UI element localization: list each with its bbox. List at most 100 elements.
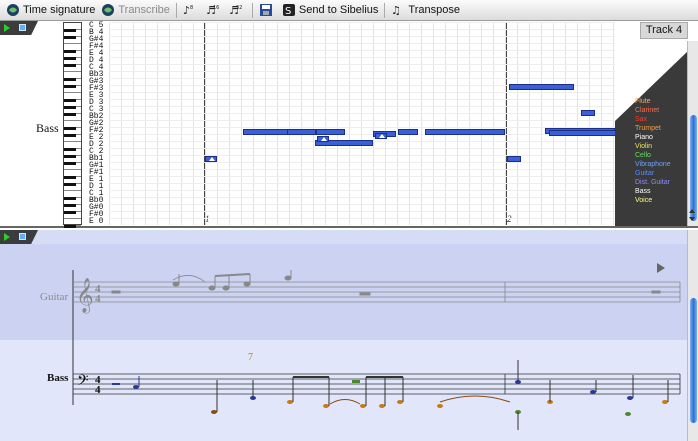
scroll-up-arrow[interactable]: [689, 209, 695, 213]
grid-beat-line: [397, 22, 398, 225]
note-marker[interactable]: [205, 156, 217, 162]
midi-note[interactable]: [398, 129, 418, 135]
piano-white-key[interactable]: [64, 86, 81, 93]
score-panel: Guitar Bass 𝄞 4 4 𝄢 4 4 7: [0, 230, 698, 441]
piano-white-key[interactable]: [64, 135, 81, 142]
grid-pitch-line: [109, 134, 615, 135]
grid-pitch-line: [109, 176, 615, 177]
grid-pitch-line: [109, 29, 615, 30]
midi-note[interactable]: [509, 84, 574, 90]
grid-beat-line: [157, 22, 158, 225]
piano-keyboard[interactable]: [63, 22, 82, 228]
instrument-item[interactable]: Guitar: [635, 169, 671, 178]
grid-beat-line: [445, 22, 446, 225]
midi-note[interactable]: [425, 129, 505, 135]
grid-pitch-line: [109, 204, 615, 205]
piano-white-key[interactable]: [64, 114, 81, 121]
grid-beat-line: [541, 22, 542, 225]
score-notation[interactable]: 𝄞 4 4 𝄢 4 4 7: [0, 230, 687, 441]
grid-pitch-line: [109, 127, 615, 128]
instrument-item[interactable]: Piano: [635, 133, 671, 142]
quantize-16-button[interactable]: ♬ 16: [203, 1, 226, 20]
note-name-label: E 0: [89, 217, 104, 226]
piano-white-key[interactable]: [64, 184, 81, 191]
grid-beat-line: [193, 22, 194, 225]
grid-beat-line: [181, 22, 182, 225]
midi-note[interactable]: [549, 130, 615, 136]
grid-beat-line: [133, 22, 134, 225]
send-to-sibelius-button[interactable]: S Send to Sibelius: [279, 1, 382, 20]
instrument-item[interactable]: Sax: [635, 115, 671, 124]
instrument-item[interactable]: Flute: [635, 97, 671, 106]
quantize-8-button[interactable]: ♪ 8: [180, 1, 203, 20]
track-tab[interactable]: Track 4: [640, 22, 688, 39]
play-icon[interactable]: [4, 24, 10, 32]
grid-beat-line: [349, 22, 350, 225]
midi-note[interactable]: [316, 129, 345, 135]
scrollbar-thumb[interactable]: [690, 298, 697, 423]
grid-beat-line: [553, 22, 554, 225]
piano-white-key[interactable]: [64, 65, 81, 72]
bass-clef-icon: 𝄢: [77, 372, 89, 393]
guitar-notes: [111, 270, 661, 296]
globe-icon: [101, 3, 115, 17]
grid-beat-line: [325, 22, 326, 225]
note-marker[interactable]: [375, 133, 387, 139]
bass-notes: 7: [112, 352, 669, 430]
piano-white-key[interactable]: [64, 163, 81, 170]
note-grid[interactable]: 1 2: [109, 22, 615, 225]
sixteenth-note-icon: ♬ 16: [206, 3, 220, 17]
instrument-item[interactable]: Clarinet: [635, 106, 671, 115]
grid-beat-line: [253, 22, 254, 225]
roll-scrollbar[interactable]: [687, 41, 698, 226]
grid-beat-line: [601, 22, 602, 225]
save-button[interactable]: [256, 1, 279, 20]
instrument-item[interactable]: Bass: [635, 187, 671, 196]
piano-black-key[interactable]: [64, 224, 76, 228]
score-scrollbar[interactable]: [687, 230, 698, 441]
midi-note[interactable]: [243, 129, 289, 135]
grid-pitch-line: [109, 57, 615, 58]
midi-note[interactable]: [287, 129, 316, 135]
scroll-down-arrow[interactable]: [689, 217, 695, 221]
toolbar: Time signature Transcribe ♪ 8 ♬ 16 ♬ 32 S S…: [0, 0, 698, 21]
play-cursor-icon: [657, 263, 665, 273]
grid-beat-line: [265, 22, 266, 225]
grid-pitch-line: [109, 99, 615, 100]
transcribe-button[interactable]: Transcribe: [98, 1, 173, 20]
time-signature-button[interactable]: Time signature: [3, 1, 98, 20]
midi-note[interactable]: [507, 156, 521, 162]
piano-white-key[interactable]: [64, 212, 81, 219]
transpose-button[interactable]: ♫ Transpose: [388, 1, 463, 20]
grid-beat-line: [337, 22, 338, 225]
svg-text:8: 8: [190, 5, 193, 11]
grid-beat-line: [229, 22, 230, 225]
instrument-item[interactable]: Vibraphone: [635, 160, 671, 169]
instrument-item[interactable]: Violin: [635, 142, 671, 151]
piano-white-key[interactable]: [64, 37, 81, 44]
grid-pitch-line: [109, 197, 615, 198]
instrument-item[interactable]: Voice: [635, 196, 671, 205]
grid-beat-line: [457, 22, 458, 225]
grid-beat-line: [277, 22, 278, 225]
transpose-notes-icon: ♫: [391, 3, 405, 17]
grid-pitch-line: [109, 113, 615, 114]
toolbar-divider: [251, 2, 253, 18]
transpose-label: Transpose: [408, 4, 460, 16]
grid-pitch-line: [109, 218, 615, 219]
toolbar-divider: [384, 2, 386, 18]
quantize-32-button[interactable]: ♬ 32: [226, 1, 249, 20]
grid-beat-line: [493, 22, 494, 225]
midi-note[interactable]: [581, 110, 595, 116]
instrument-item[interactable]: Cello: [635, 151, 671, 160]
stop-icon[interactable]: [19, 24, 26, 31]
scrollbar-thumb[interactable]: [690, 115, 697, 221]
instrument-item[interactable]: Trumpet: [635, 124, 671, 133]
globe-icon: [6, 3, 20, 17]
grid-beat-line: [205, 22, 206, 225]
note-marker[interactable]: [317, 136, 329, 142]
grid-beat-line: [301, 22, 302, 225]
grid-beat-line: [517, 22, 518, 225]
instrument-item[interactable]: Dist. Guitar: [635, 178, 671, 187]
roll-controls-tab: [0, 21, 38, 35]
